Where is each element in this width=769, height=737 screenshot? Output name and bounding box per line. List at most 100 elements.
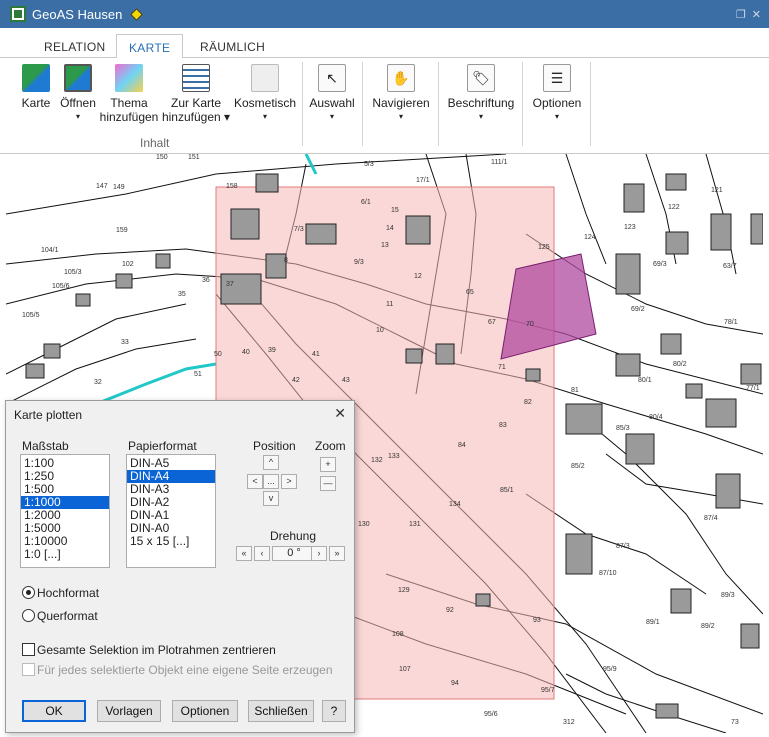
- svg-text:132: 132: [371, 457, 383, 464]
- zoom-label: Zoom: [315, 439, 346, 453]
- position-center-button[interactable]: ...: [263, 474, 279, 489]
- vorlagen-button[interactable]: Vorlagen: [97, 700, 161, 722]
- svg-text:312: 312: [563, 719, 575, 726]
- svg-text:6/1: 6/1: [361, 199, 371, 206]
- svg-text:80/2: 80/2: [673, 361, 687, 368]
- svg-text:80/1: 80/1: [638, 377, 652, 384]
- svg-text:69/2: 69/2: [631, 306, 645, 313]
- tab-karte[interactable]: KARTE: [116, 34, 184, 59]
- oeffnen-button[interactable]: Öffnen ▾: [56, 64, 100, 124]
- svg-text:84: 84: [458, 442, 466, 449]
- maximize-icon[interactable]: ❐: [736, 8, 746, 21]
- massstab-label: Maßstab: [22, 439, 69, 453]
- rotate-prev-button[interactable]: ‹: [254, 546, 270, 561]
- cursor-icon: ↖: [318, 64, 346, 92]
- format-listbox[interactable]: DIN-A5 DIN-A4 DIN-A3 DIN-A2 DIN-A1 DIN-A0 15 x…: [126, 454, 216, 568]
- svg-text:77/1: 77/1: [746, 385, 760, 392]
- drehung-label: Drehung: [270, 529, 317, 543]
- svg-text:134: 134: [449, 501, 461, 508]
- position-left-button[interactable]: <: [247, 474, 263, 489]
- svg-text:131: 131: [409, 521, 421, 528]
- optionen-ribbon-button[interactable]: ☰ Optionen ▾: [528, 64, 586, 124]
- svg-text:71: 71: [498, 364, 506, 371]
- position-down-button[interactable]: v: [263, 491, 279, 506]
- open-map-icon: [64, 64, 92, 92]
- svg-text:17/1: 17/1: [416, 177, 430, 184]
- svg-text:40: 40: [242, 349, 250, 356]
- close-window-icon[interactable]: ✕: [752, 8, 761, 21]
- navigieren-button[interactable]: ✋ Navigieren ▾: [368, 64, 434, 124]
- help-button[interactable]: ?: [322, 700, 346, 722]
- beschriftung-button[interactable]: 🏷 Beschriftung ▾: [444, 64, 518, 124]
- svg-text:102: 102: [122, 261, 134, 268]
- position-right-button[interactable]: >: [281, 474, 297, 489]
- thema-hinzufuegen-button[interactable]: Thema hinzufügen: [96, 64, 162, 124]
- querformat-radio[interactable]: [22, 609, 35, 622]
- list-add-icon: [182, 64, 210, 92]
- svg-text:13: 13: [381, 242, 389, 249]
- svg-text:111/1: 111/1: [491, 159, 508, 166]
- rotation-value: 0 °: [272, 546, 316, 561]
- svg-text:80/4: 80/4: [649, 414, 663, 421]
- center-selection-label: Gesamte Selektion im Plotrahmen zentrier…: [37, 643, 276, 657]
- tab-relation[interactable]: RELATION: [32, 34, 118, 59]
- svg-text:42: 42: [292, 377, 300, 384]
- rotate-next-button[interactable]: ›: [311, 546, 327, 561]
- svg-text:63/7: 63/7: [723, 263, 737, 270]
- svg-text:89/2: 89/2: [701, 623, 715, 630]
- zur-karte-hinzufuegen-button[interactable]: Zur Karte hinzufügen ▾: [160, 64, 232, 124]
- rotate-last-button[interactable]: »: [329, 546, 345, 561]
- ribbon-separator: [362, 62, 363, 146]
- schliessen-button[interactable]: Schließen: [248, 700, 314, 722]
- document-settings-icon: ☰: [543, 64, 571, 92]
- hochformat-radio[interactable]: [22, 586, 35, 599]
- svg-text:78/1: 78/1: [724, 319, 738, 326]
- svg-text:50: 50: [214, 351, 222, 358]
- center-selection-checkbox[interactable]: [22, 643, 35, 656]
- list-item[interactable]: 15 x 15 [...]: [127, 535, 215, 548]
- chevron-down-icon: ▾: [75, 112, 80, 121]
- position-up-button[interactable]: ^: [263, 455, 279, 470]
- svg-text:94: 94: [451, 680, 459, 687]
- svg-text:11: 11: [386, 301, 393, 308]
- separate-pages-label: Für jedes selektierte Objekt eine eigene…: [37, 663, 333, 677]
- svg-text:85/3: 85/3: [616, 425, 630, 432]
- tab-raeumlich[interactable]: RÄUMLICH: [188, 34, 277, 59]
- svg-text:12: 12: [414, 273, 422, 280]
- ribbon-separator: [590, 62, 591, 146]
- zoom-in-button[interactable]: +: [320, 457, 336, 472]
- svg-text:32: 32: [94, 379, 102, 386]
- scale-listbox[interactable]: 1:100 1:250 1:500 1:1000 1:2000 1:5000 1:10000…: [20, 454, 110, 568]
- svg-text:69/3: 69/3: [653, 261, 667, 268]
- window-controls: ❐ ✕: [736, 8, 769, 21]
- svg-text:123: 123: [624, 224, 636, 231]
- ok-button[interactable]: OK: [22, 700, 86, 722]
- svg-text:85/2: 85/2: [571, 463, 585, 470]
- svg-text:35: 35: [178, 291, 186, 298]
- querformat-label: Querformat: [37, 609, 98, 623]
- theme-icon: [115, 64, 143, 92]
- svg-text:158: 158: [226, 183, 238, 190]
- ribbon-separator: [438, 62, 439, 146]
- ribbon-separator: [302, 62, 303, 146]
- svg-text:73: 73: [731, 719, 739, 726]
- dialog-close-icon[interactable]: ✕: [334, 405, 346, 422]
- svg-text:10: 10: [376, 327, 384, 334]
- svg-text:83: 83: [499, 422, 507, 429]
- svg-text:125: 125: [538, 244, 550, 251]
- auswahl-button[interactable]: ↖ Auswahl ▾: [306, 64, 358, 124]
- status-diamond-icon: [130, 7, 144, 21]
- svg-text:7/3: 7/3: [294, 226, 304, 233]
- separate-pages-checkbox[interactable]: [22, 663, 35, 676]
- svg-text:65: 65: [466, 289, 474, 296]
- zoom-out-button[interactable]: —: [320, 476, 336, 491]
- karte-button[interactable]: Karte: [18, 64, 54, 110]
- svg-text:104/1: 104/1: [41, 247, 59, 254]
- svg-text:124: 124: [584, 234, 596, 241]
- svg-text:14: 14: [386, 225, 394, 232]
- kosmetisch-button[interactable]: Kosmetisch ▾: [232, 64, 298, 124]
- optionen-button[interactable]: Optionen: [172, 700, 238, 722]
- rotate-first-button[interactable]: «: [236, 546, 252, 561]
- list-item[interactable]: 1:0 [...]: [21, 548, 109, 561]
- svg-text:105/3: 105/3: [64, 269, 82, 276]
